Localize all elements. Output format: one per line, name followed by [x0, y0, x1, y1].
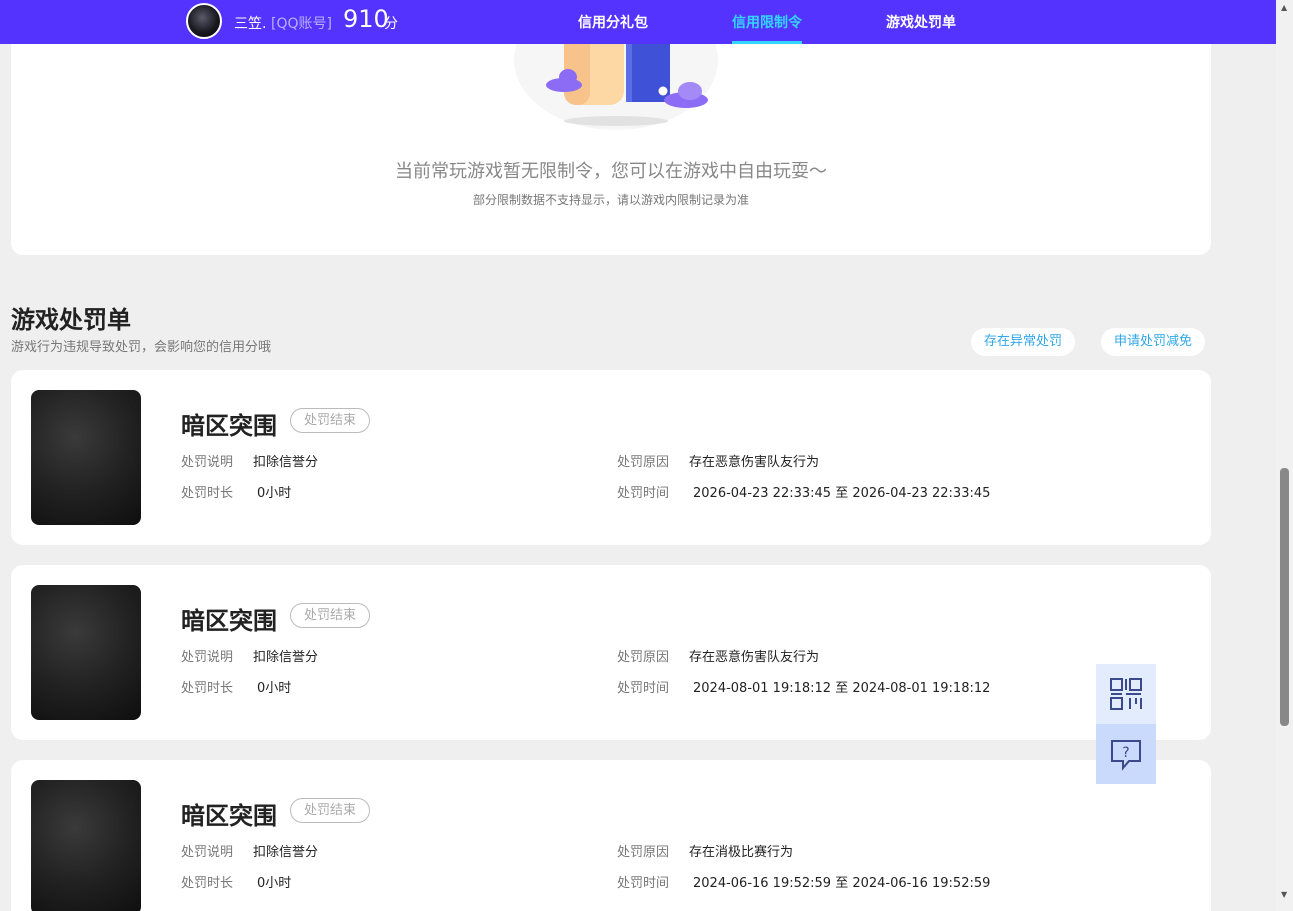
desc-value: 扣除信誉分 [253, 455, 319, 470]
qr-code-icon [1110, 678, 1142, 710]
game-name: 暗区突围 [181, 802, 277, 830]
time-value: 2024-06-16 19:52:59 至 2024-06-16 19:52:5… [693, 876, 991, 891]
report-abnormal-button[interactable]: 存在异常处罚 [971, 328, 1076, 356]
duration-label: 处罚时长 [181, 681, 234, 696]
game-cover-image [31, 780, 141, 911]
reason-value: 存在消极比赛行为 [689, 845, 794, 860]
time-label: 处罚时间 [617, 486, 670, 501]
reason-label: 处罚原因 [617, 845, 670, 860]
time-value: 2024-08-01 19:18:12 至 2024-08-01 19:18:1… [693, 681, 991, 696]
reason-label: 处罚原因 [617, 650, 670, 665]
credit-score: 910 [343, 5, 389, 33]
reason-value: 存在恶意伤害队友行为 [689, 650, 820, 665]
game-name: 暗区突围 [181, 607, 277, 635]
punishment-record[interactable]: 暗区突围 处罚结束 处罚说明 扣除信誉分 处罚时长 0小时 处罚原因 存在恶意伤… [11, 565, 1211, 740]
status-badge: 处罚结束 [290, 798, 371, 823]
status-badge: 处罚结束 [290, 603, 371, 628]
game-name: 暗区突围 [181, 412, 277, 440]
floating-tool-panel: ? [1096, 664, 1156, 784]
qr-code-button[interactable] [1096, 664, 1156, 724]
reason-label: 处罚原因 [617, 455, 670, 470]
reason-value: 存在恶意伤害队友行为 [689, 455, 820, 470]
punishment-record[interactable]: 暗区突围 处罚结束 处罚说明 扣除信誉分 处罚时长 0小时 处罚原因 存在消极比… [11, 760, 1211, 911]
account-type: [QQ账号] [271, 16, 332, 32]
time-value: 2026-04-23 22:33:45 至 2026-04-23 22:33:4… [693, 486, 991, 501]
section-title: 游戏处罚单 [11, 306, 131, 334]
duration-value: 0小时 [257, 876, 292, 891]
tab-credit-gift[interactable]: 信用分礼包 [578, 12, 648, 32]
scroll-down-icon[interactable]: ▼ [1281, 890, 1287, 899]
avatar[interactable] [186, 3, 222, 39]
status-badge: 处罚结束 [290, 408, 371, 433]
restriction-note: 部分限制数据不支持显示，请以游戏内限制记录为准 [472, 193, 749, 207]
empty-restriction-text: 当前常玩游戏暂无限制令，您可以在游戏中自由玩耍～ [395, 161, 827, 182]
desc-value: 扣除信誉分 [253, 650, 319, 665]
game-cover-image [31, 585, 141, 720]
punishment-record[interactable]: 暗区突围 处罚结束 处罚说明 扣除信誉分 处罚时长 0小时 处罚原因 存在恶意伤… [11, 370, 1211, 545]
desc-label: 处罚说明 [181, 845, 234, 860]
tab-credit-restriction[interactable]: 信用限制令 [732, 12, 802, 32]
section-subtitle: 游戏行为违规导致处罚，会影响您的信用分哦 [11, 340, 272, 355]
page-scrollbar[interactable]: ▲ ▼ [1276, 0, 1293, 911]
time-label: 处罚时间 [617, 876, 670, 891]
scrollbar-thumb[interactable] [1280, 468, 1289, 726]
scroll-up-icon[interactable]: ▲ [1281, 3, 1287, 12]
duration-label: 处罚时长 [181, 486, 234, 501]
time-label: 处罚时间 [617, 681, 670, 696]
score-unit: 分 [384, 16, 398, 32]
top-nav-bar: 三笠. [QQ账号] 910 分 信用分礼包 信用限制令 游戏处罚单 [0, 0, 1276, 44]
game-cover-image [31, 390, 141, 525]
help-button[interactable]: ? [1096, 724, 1156, 784]
username: 三笠. [234, 16, 267, 32]
duration-value: 0小时 [257, 486, 292, 501]
duration-value: 0小时 [257, 681, 292, 696]
tab-game-punishment[interactable]: 游戏处罚单 [886, 12, 956, 32]
duration-label: 处罚时长 [181, 876, 234, 891]
help-chat-icon: ? [1111, 740, 1141, 771]
desc-value: 扣除信誉分 [253, 845, 319, 860]
active-tab-indicator [732, 41, 802, 44]
desc-label: 处罚说明 [181, 650, 234, 665]
apply-reduction-button[interactable]: 申请处罚减免 [1101, 328, 1206, 356]
desc-label: 处罚说明 [181, 455, 234, 470]
svg-text:?: ? [1122, 745, 1129, 761]
